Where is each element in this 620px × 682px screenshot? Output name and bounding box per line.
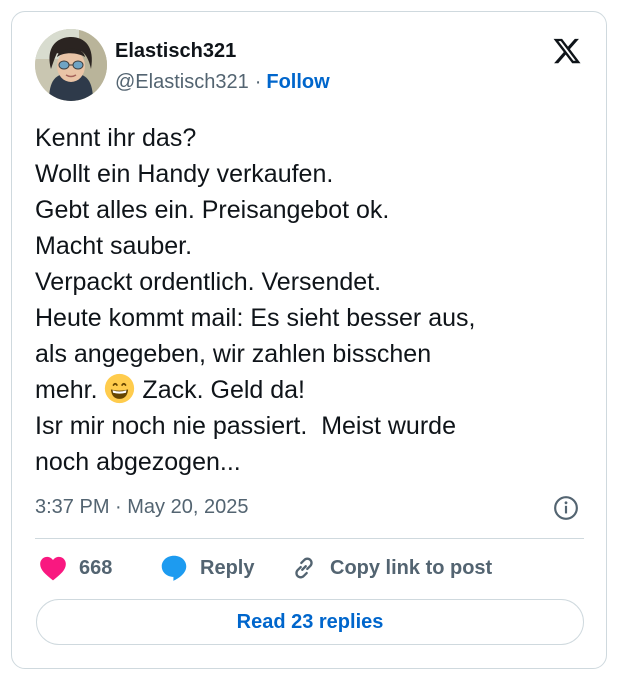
divider	[35, 538, 584, 539]
tweet-text-part-1: Kennt ihr das? Wollt ein Handy verkaufen…	[35, 124, 476, 404]
reply-button[interactable]: Reply	[160, 553, 254, 583]
read-replies-button[interactable]: Read 23 replies	[36, 599, 584, 645]
link-icon	[295, 557, 313, 579]
author-handle-row: @Elastisch321 · Follow	[115, 70, 330, 94]
copy-link-button[interactable]: Copy link to post	[290, 553, 492, 583]
tweet-timestamp[interactable]: 3:37 PM · May 20, 2025	[35, 495, 248, 519]
speech-bubble-icon	[161, 555, 187, 581]
like-button[interactable]: 668	[39, 553, 112, 583]
x-logo-icon[interactable]	[552, 36, 582, 66]
avatar-photo	[35, 29, 107, 101]
handle-separator: ·	[254, 71, 262, 93]
author-handle[interactable]: @Elastisch321	[115, 71, 249, 93]
grinning-face-emoji	[105, 373, 135, 404]
copy-link-label: Copy link to post	[330, 556, 493, 579]
heart-icon	[40, 556, 66, 581]
like-count: 668	[79, 556, 113, 579]
info-icon[interactable]	[553, 495, 579, 521]
follow-button[interactable]: Follow	[266, 71, 329, 93]
tweet-text: Kennt ihr das? Wollt ein Handy verkaufen…	[35, 120, 595, 480]
avatar[interactable]	[35, 29, 107, 101]
author-display-name[interactable]: Elastisch321	[115, 39, 236, 63]
reply-label: Reply	[200, 556, 255, 579]
tweet-card: Elastisch321 @Elastisch321 · Follow Kennt …	[11, 11, 607, 669]
